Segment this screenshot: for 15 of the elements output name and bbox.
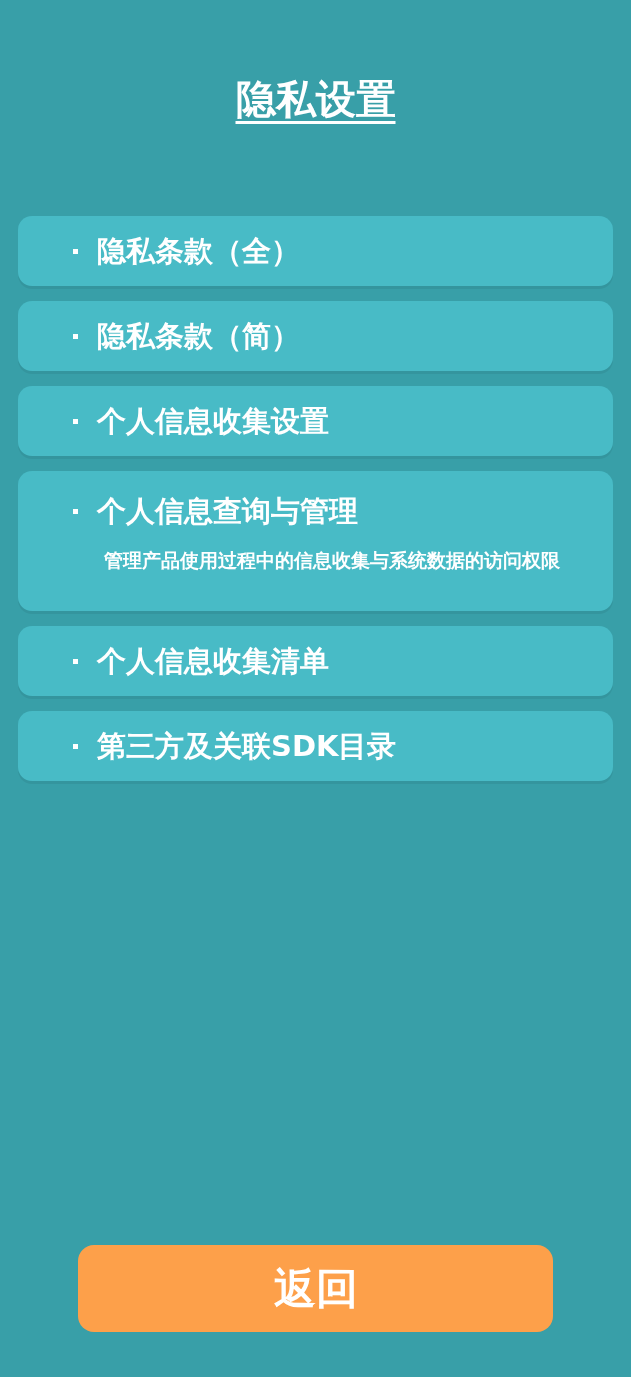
bullet-icon xyxy=(73,248,78,254)
menu-item[interactable]: 隐私条款（全） xyxy=(18,216,613,286)
menu-item[interactable]: 第三方及关联SDK目录 xyxy=(18,711,613,781)
page-title: 隐私设置 xyxy=(235,75,396,124)
bullet-icon xyxy=(73,743,78,749)
menu-item[interactable]: 隐私条款（简） xyxy=(18,301,613,371)
item-description: 管理产品使用过程中的信息收集与系统数据的访问权限 xyxy=(104,548,560,572)
menu-item[interactable]: 个人信息查询与管理 管理产品使用过程中的信息收集与系统数据的访问权限 xyxy=(18,471,613,611)
bullet-icon xyxy=(73,418,78,424)
bullet-icon xyxy=(73,658,78,664)
menu-item[interactable]: 个人信息收集设置 xyxy=(18,386,613,456)
bullet-icon xyxy=(73,508,78,514)
bullet-icon xyxy=(73,333,78,339)
back-button[interactable]: 返回 xyxy=(78,1245,553,1332)
menu-item[interactable]: 个人信息收集清单 xyxy=(18,626,613,696)
